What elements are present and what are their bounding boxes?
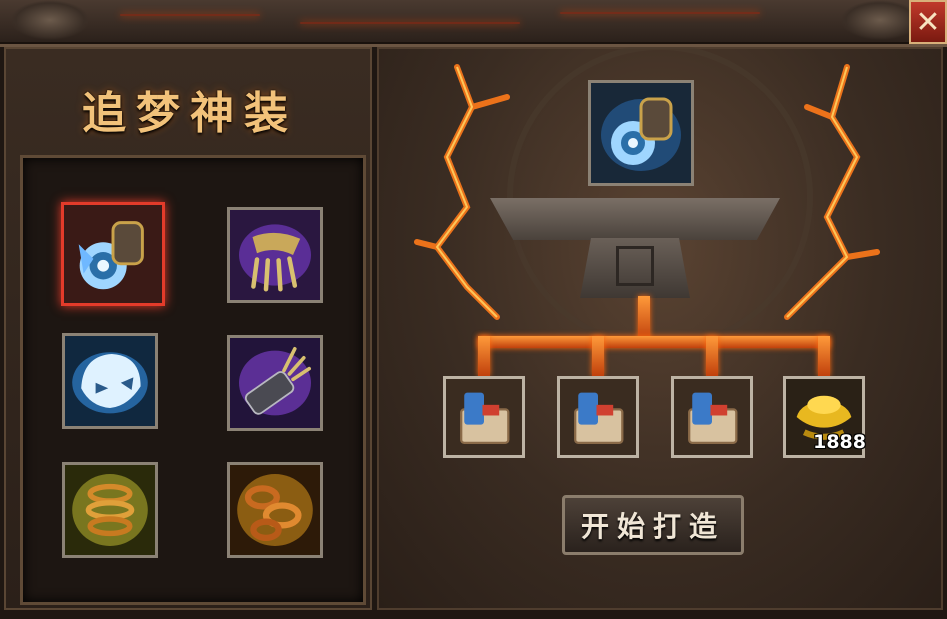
gauntlet-armor-icon [591, 83, 691, 183]
blue-helmet-icon [65, 336, 155, 426]
close-button[interactable]: ✕ [909, 0, 947, 44]
equipment-slot-bracer[interactable] [227, 335, 323, 431]
equipment-slot-chain[interactable] [227, 462, 323, 558]
scroll-blueprint-icon [674, 379, 750, 455]
top-bar [0, 0, 947, 47]
purple-bracer-icon [230, 338, 320, 428]
scroll-blueprint-icon [446, 379, 522, 455]
start-forging-button[interactable]: 开始打造 [562, 495, 744, 555]
gold-chain-icon [230, 465, 320, 555]
anvil-icon [490, 198, 780, 240]
material-slot-scroll-2[interactable] [557, 376, 639, 458]
material-slot-gold[interactable]: 1888 [783, 376, 866, 458]
dragon-ornament-icon [840, 0, 920, 40]
material-slot-scroll-1[interactable] [443, 376, 525, 458]
panel-title: 追梦神装 [82, 88, 298, 139]
gauntlet-armor-icon [64, 205, 162, 303]
purple-claw-icon [230, 210, 320, 300]
forge-target-slot[interactable] [588, 80, 694, 186]
equipment-slot-gauntlet[interactable] [61, 202, 165, 306]
equipment-slot-claw[interactable] [227, 207, 323, 303]
anvil-base [580, 238, 690, 298]
equipment-slot-helmet[interactable] [62, 333, 158, 429]
dragon-ornament-icon [10, 0, 90, 40]
gold-coil-icon [65, 465, 155, 555]
equipment-slot-coil[interactable] [62, 462, 158, 558]
material-slot-scroll-3[interactable] [671, 376, 753, 458]
scroll-blueprint-icon [560, 379, 636, 455]
